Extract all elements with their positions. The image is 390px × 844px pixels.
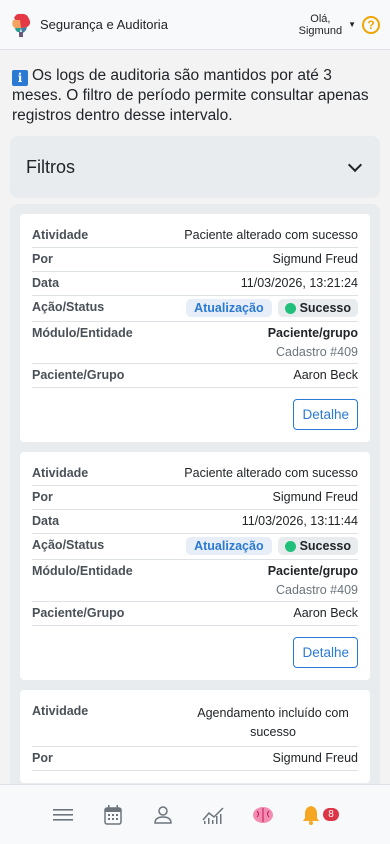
module-entity-row: Módulo/Entidade Paciente/grupo Cadastro … <box>32 560 358 602</box>
module-value: Paciente/grupo <box>267 326 358 340</box>
by-label: Por <box>32 751 53 765</box>
action-status-label: Ação/Status <box>32 300 105 314</box>
log-card: Atividade Agendamento incluído com suces… <box>20 690 370 783</box>
date-row: Data 11/03/2026, 13:11:44 <box>32 510 358 534</box>
audit-log-list[interactable]: Atividade Paciente alterado com sucesso … <box>10 204 380 784</box>
activity-row: Atividade Paciente alterado com sucesso <box>32 462 358 486</box>
by-label: Por <box>32 252 53 266</box>
date-row: Data 11/03/2026, 13:21:24 <box>32 272 358 296</box>
by-label: Por <box>32 490 53 504</box>
date-value: 11/03/2026, 13:11:44 <box>241 514 358 528</box>
module-entity-row: Módulo/Entidade Paciente/grupo Cadastro … <box>32 322 358 364</box>
success-dot-icon <box>284 540 296 552</box>
by-row: Por Sigmund Freud <box>32 248 358 272</box>
date-value: 11/03/2026, 13:21:24 <box>240 276 358 290</box>
status-text: Sucesso <box>299 301 351 315</box>
success-dot-icon <box>284 302 296 314</box>
module-value: Paciente/grupo <box>267 564 358 578</box>
log-card: Atividade Paciente alterado com sucesso … <box>20 452 370 680</box>
detail-button[interactable]: Detalhe <box>293 637 358 668</box>
status-text: Sucesso <box>299 539 351 553</box>
action-status-row: Ação/Status Atualização Sucesso <box>32 534 358 560</box>
date-label: Data <box>32 514 60 528</box>
date-label: Data <box>32 276 60 290</box>
user-menu[interactable]: Olá, Sigmund ▼ <box>299 13 356 37</box>
activity-row: Atividade Agendamento incluído com suces… <box>32 700 358 747</box>
user-icon[interactable] <box>151 803 175 827</box>
activity-label: Atividade <box>32 228 89 242</box>
activity-value: Paciente alterado com sucesso <box>184 466 358 480</box>
entity-value: Cadastro #409 <box>275 583 358 597</box>
app-title: Segurança e Auditoria <box>40 17 168 32</box>
patient-group-value: Aaron Beck <box>293 606 358 620</box>
notice-text: Os logs de auditoria são mantidos por at… <box>12 67 369 124</box>
by-row: Por Sigmund Freud <box>32 486 358 510</box>
patient-group-row: Paciente/Grupo Aaron Beck <box>32 602 358 626</box>
retention-notice: i Os logs de auditoria são mantidos por a… <box>0 50 390 126</box>
by-value: Sigmund Freud <box>272 252 358 266</box>
filters-label: Filtros <box>26 156 75 177</box>
action-badge: Atualização <box>186 537 272 555</box>
bottom-nav: 8 <box>0 784 390 844</box>
caret-down-icon: ▼ <box>348 19 356 29</box>
module-entity-label: Módulo/Entidade <box>32 564 133 578</box>
greeting-text: Olá, <box>310 12 331 25</box>
action-status-row: Ação/Status Atualização Sucesso <box>32 296 358 322</box>
patient-group-row: Paciente/Grupo Aaron Beck <box>32 364 358 388</box>
by-value: Sigmund Freud <box>272 490 358 504</box>
module-entity-label: Módulo/Entidade <box>32 326 133 340</box>
bell-icon <box>303 805 320 825</box>
activity-value: Paciente alterado com sucesso <box>184 228 358 242</box>
action-status-label: Ação/Status <box>32 538 105 552</box>
app-header: Segurança e Auditoria Olá, Sigmund ▼ ? <box>0 0 390 50</box>
status-badge: Sucesso <box>277 299 358 317</box>
patient-group-label: Paciente/Grupo <box>32 606 125 620</box>
detail-button[interactable]: Detalhe <box>293 399 358 430</box>
activity-label: Atividade <box>32 466 89 480</box>
activity-label: Atividade <box>32 704 89 718</box>
chart-icon[interactable] <box>201 803 225 827</box>
action-badge: Atualização <box>186 299 272 317</box>
patient-group-value: Aaron Beck <box>293 368 358 382</box>
chevron-down-icon <box>347 157 363 172</box>
brain-icon[interactable] <box>251 803 275 827</box>
help-icon[interactable]: ? <box>362 15 380 34</box>
brain-logo-icon <box>10 12 32 38</box>
notification-count-badge: 8 <box>323 808 339 821</box>
filters-toggle[interactable]: Filtros <box>10 136 380 198</box>
by-value: Sigmund Freud <box>272 751 358 765</box>
activity-row: Atividade Paciente alterado com sucesso <box>32 224 358 248</box>
status-badge: Sucesso <box>277 537 358 555</box>
menu-icon[interactable] <box>51 803 75 827</box>
entity-value: Cadastro #409 <box>275 345 358 359</box>
log-card: Atividade Paciente alterado com sucesso … <box>20 214 370 442</box>
patient-group-label: Paciente/Grupo <box>32 368 125 382</box>
user-name: Sigmund <box>298 24 343 37</box>
info-icon: i <box>12 70 28 86</box>
calendar-icon[interactable] <box>101 803 125 827</box>
notifications-button[interactable]: 8 <box>301 805 339 825</box>
by-row: Por Sigmund Freud <box>32 747 358 771</box>
activity-value: Agendamento incluído com sucesso <box>197 706 349 739</box>
